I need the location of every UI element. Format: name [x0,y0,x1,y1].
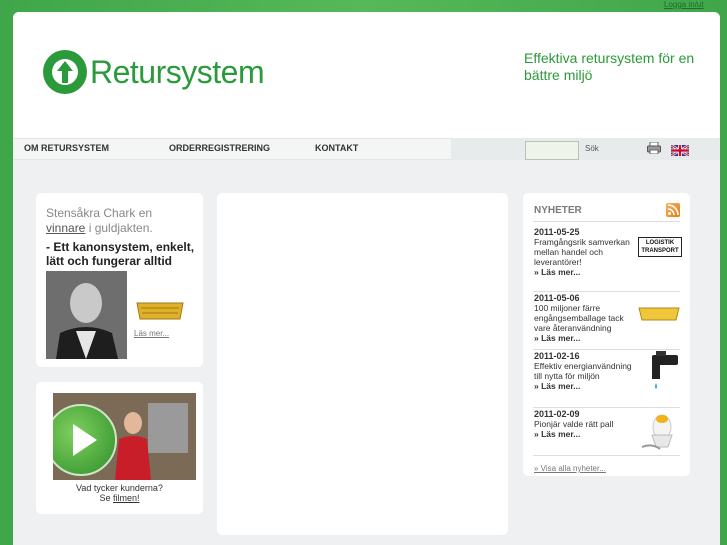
video-caption: Vad tycker kunderna? [76,483,163,493]
crate-image [136,302,184,320]
divider [533,291,680,292]
tagline: Effektiva retursystem för en bättre milj… [524,50,695,83]
search-button[interactable]: Sök [585,144,599,153]
news-text: Pionjär valde rätt pall [534,419,614,429]
divider [533,455,680,456]
divider [533,407,680,408]
printer-icon[interactable] [647,142,661,154]
news-text: Framgångsrik samverkan mellan handel och… [534,237,630,267]
video-link-line: Se filmen! [99,493,140,503]
video-thumbnail[interactable] [53,393,196,480]
nav-item-om-retursystem[interactable]: OM RETURSYSTEM [24,143,109,153]
logo-text: Retursystem [90,54,265,90]
promo-text: Stensåkra Chark en vinnare i guldjakten. [46,206,153,235]
promo-read-more-link[interactable]: Läs mer... [134,329,169,338]
promo-card: Stensåkra Chark en vinnare i guldjakten. … [36,193,203,367]
logo-icon [43,50,87,94]
news-item: 2011-02-09 Pionjär valde rätt pall » Läs… [534,409,681,450]
promo-quote: - Ett kanonsystem, enkelt, lätt och fung… [46,240,195,268]
header: Retursystem Effektiva retursystem för en… [13,12,720,138]
play-icon[interactable] [53,404,117,476]
news-item: 2011-02-16 Effektiv energianvändning til… [534,351,681,391]
news-text: 100 miljoner färre engångsemballage tack… [534,303,624,333]
news-read-more-link[interactable]: » Läs mer... [534,267,681,277]
portrait-photo [46,271,127,359]
login-link[interactable]: Logga in/ut [664,0,704,9]
news-title: NYHETER [534,205,582,216]
video-card: Vad tycker kunderna? Se filmen! [36,382,203,514]
news-item: 2011-05-25 Framgångsrik samverkan mellan… [534,227,682,277]
main-content-panel [217,193,508,535]
portrait-illustration [46,271,127,359]
nav-item-orderregistrering[interactable]: ORDERREGISTRERING [169,143,270,153]
all-news-link[interactable]: » Visa alla nyheter... [534,464,606,473]
page-container: Retursystem Effektiva retursystem för en… [13,12,720,545]
search-input[interactable] [525,141,579,160]
uk-flag-icon[interactable] [671,145,689,156]
news-read-more-link[interactable]: » Läs mer... [534,333,681,343]
nav-item-kontakt[interactable]: KONTAKT [315,143,358,153]
yellow-crate-image [638,307,680,321]
news-date: 2011-05-06 [534,293,580,303]
water-tap-image [652,351,678,389]
news-item: 2011-05-06 100 miljoner färre engångsemb… [534,293,681,343]
video-film-link[interactable]: filmen! [113,493,140,503]
news-text: Effektiv energianvändning till nytta för… [534,361,632,381]
promo-winner-link[interactable]: vinnare [46,221,85,235]
logistik-transport-logo: LOGISTIK TRANSPORT [638,237,682,257]
divider [533,349,680,350]
egg-cup-image [641,414,673,450]
rss-icon[interactable] [666,203,680,217]
news-panel: NYHETER 2011-05-25 Framgångsrik samverka… [523,193,690,476]
news-date: 2011-05-25 [534,227,580,237]
divider [533,221,680,222]
